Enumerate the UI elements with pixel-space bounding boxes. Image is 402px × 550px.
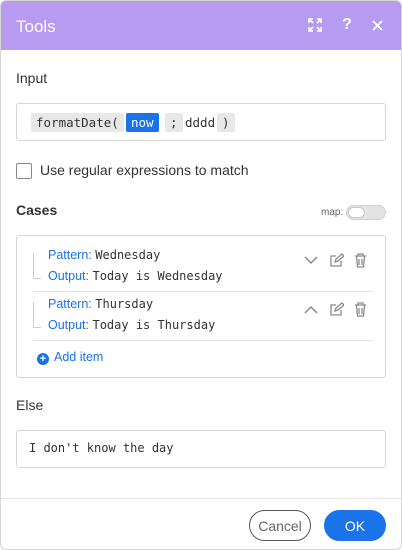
expand-icon[interactable] xyxy=(304,14,326,36)
case-actions xyxy=(303,301,373,317)
chevron-down-icon[interactable] xyxy=(303,252,319,268)
output-value: Today is Wednesday xyxy=(92,269,223,283)
pattern-key: Pattern: xyxy=(48,248,92,262)
dialog-title: Tools xyxy=(16,17,56,36)
footer-divider xyxy=(1,498,401,499)
dialog-header: Tools ? xyxy=(1,1,401,50)
pattern-value: Thursday xyxy=(95,297,154,311)
add-item-button[interactable]: + Add item xyxy=(37,350,103,365)
tools-dialog: Tools ? Input formatDate( now ; dddd ) U… xyxy=(0,0,402,550)
trash-icon[interactable] xyxy=(352,252,368,268)
case-bracket xyxy=(33,302,41,328)
cases-label: Cases xyxy=(16,202,58,218)
output-value: Today is Thursday xyxy=(92,318,216,332)
output-row: Output: Today is Thursday xyxy=(48,318,215,332)
close-paren-token[interactable]: ) xyxy=(217,113,235,132)
format-text[interactable]: dddd xyxy=(185,113,215,132)
close-icon[interactable] xyxy=(366,14,388,36)
output-key: Output: xyxy=(48,269,89,283)
case-item: Pattern: Wednesday Output: Today is Wedn… xyxy=(33,245,373,293)
toggle-knob xyxy=(348,207,365,218)
input-label: Input xyxy=(16,70,48,86)
add-item-label: Add item xyxy=(54,350,104,364)
output-key: Output: xyxy=(48,318,89,332)
case-divider xyxy=(33,291,373,292)
cancel-button[interactable]: Cancel xyxy=(249,510,311,541)
map-toggle[interactable] xyxy=(346,205,386,220)
regex-checkbox-label[interactable]: Use regular expressions to match xyxy=(40,162,249,178)
now-token[interactable]: now xyxy=(126,113,159,132)
else-label: Else xyxy=(16,397,44,413)
else-field[interactable]: I don't know the day xyxy=(16,430,386,468)
regex-checkbox[interactable] xyxy=(16,163,32,179)
help-icon[interactable]: ? xyxy=(336,14,358,36)
case-divider xyxy=(33,340,373,341)
chevron-up-icon[interactable] xyxy=(303,301,319,317)
function-token[interactable]: formatDate( xyxy=(31,113,124,132)
case-actions xyxy=(303,252,373,268)
case-bracket xyxy=(33,253,41,279)
pattern-key: Pattern: xyxy=(48,297,92,311)
input-expression-field[interactable]: formatDate( now ; dddd ) xyxy=(16,103,386,141)
pattern-row: Pattern: Wednesday xyxy=(48,248,160,262)
plus-circle-icon: + xyxy=(37,353,49,365)
map-label: map: xyxy=(321,207,344,218)
output-row: Output: Today is Wednesday xyxy=(48,269,223,283)
edit-icon[interactable] xyxy=(328,252,344,268)
cases-list: Pattern: Wednesday Output: Today is Wedn… xyxy=(16,235,386,378)
pattern-value: Wednesday xyxy=(95,248,161,262)
edit-icon[interactable] xyxy=(328,301,344,317)
pattern-row: Pattern: Thursday xyxy=(48,297,153,311)
separator-token[interactable]: ; xyxy=(165,113,183,132)
else-value: I don't know the day xyxy=(29,441,174,455)
trash-icon[interactable] xyxy=(352,301,368,317)
ok-button[interactable]: OK xyxy=(324,510,386,541)
case-item: Pattern: Thursday Output: Today is Thurs… xyxy=(33,294,373,342)
